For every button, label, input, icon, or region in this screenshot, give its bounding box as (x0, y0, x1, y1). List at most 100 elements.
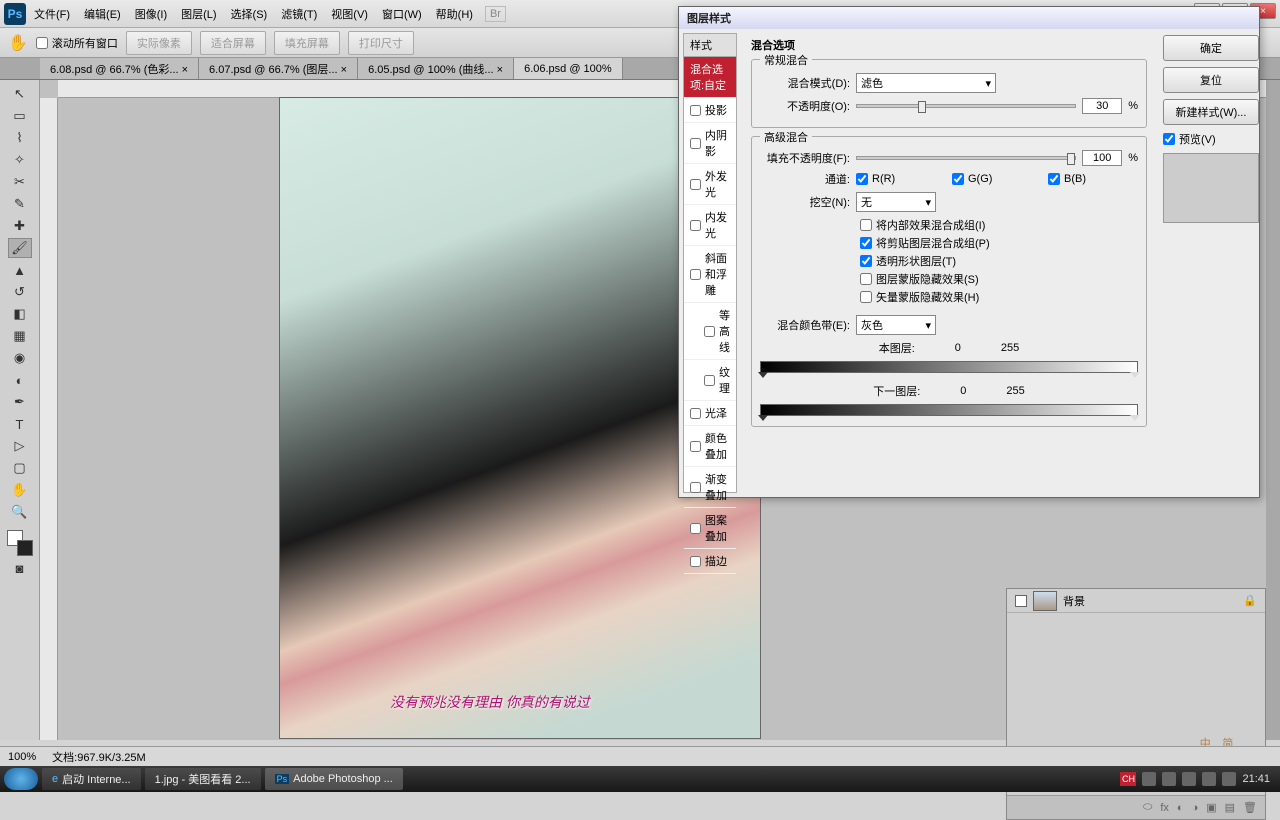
tray-icon[interactable] (1202, 772, 1216, 786)
style-item[interactable]: 颜色叠加 (684, 426, 736, 467)
adjust-icon[interactable]: ◑ (1192, 802, 1199, 814)
adv-checkbox[interactable]: 将内部效果混合成组(I) (860, 217, 985, 233)
style-item[interactable]: 内发光 (684, 205, 736, 246)
opacity-input[interactable] (1082, 98, 1122, 114)
menu-filter[interactable]: 滤镜(T) (281, 6, 317, 22)
tray-icon[interactable] (1182, 772, 1196, 786)
lasso-tool[interactable]: ⌇ (8, 128, 32, 148)
knockout-select[interactable]: 无▾ (856, 192, 936, 212)
style-checkbox[interactable] (690, 269, 701, 280)
style-checkbox[interactable] (690, 105, 701, 116)
blur-tool[interactable]: ◉ (8, 348, 32, 368)
tray-icon[interactable] (1162, 772, 1176, 786)
adv-checkbox[interactable]: 图层蒙版隐藏效果(S) (860, 271, 979, 287)
style-checkbox[interactable] (690, 138, 701, 149)
stamp-tool[interactable]: ▲ (8, 260, 32, 280)
layer-row[interactable]: 背景 🔒 (1007, 589, 1265, 613)
doc-tab[interactable]: 6.06.psd @ 100% (514, 58, 623, 79)
pen-tool[interactable]: ✒ (8, 392, 32, 412)
gradient-tool[interactable]: ▦ (8, 326, 32, 346)
bridge-button[interactable]: Br (485, 6, 506, 22)
ok-button[interactable]: 确定 (1163, 35, 1259, 61)
dodge-tool[interactable]: ◐ (8, 370, 32, 390)
channel-r-checkbox[interactable]: R(R) (856, 173, 946, 185)
actual-pixels-button[interactable]: 实际像素 (126, 31, 192, 55)
print-size-button[interactable]: 打印尺寸 (348, 31, 414, 55)
menu-edit[interactable]: 编辑(E) (84, 6, 121, 22)
style-item[interactable]: 描边 (684, 549, 736, 574)
style-item[interactable]: 斜面和浮雕 (684, 246, 736, 303)
fill-screen-button[interactable]: 填充屏幕 (274, 31, 340, 55)
style-item[interactable]: 投影 (684, 98, 736, 123)
style-checkbox[interactable] (690, 482, 701, 493)
style-item[interactable]: 等高线 (684, 303, 736, 360)
zoom-level[interactable]: 100% (8, 751, 36, 763)
menu-window[interactable]: 窗口(W) (382, 6, 422, 22)
trash-icon[interactable]: 🗑 (1243, 801, 1257, 814)
taskbar-item[interactable]: 1.jpg - 美图看看 2... (145, 768, 261, 790)
eyedropper-tool[interactable]: ✎ (8, 194, 32, 214)
style-item[interactable]: 渐变叠加 (684, 467, 736, 508)
marquee-tool[interactable]: ▭ (8, 106, 32, 126)
fit-screen-button[interactable]: 适合屏幕 (200, 31, 266, 55)
cancel-button[interactable]: 复位 (1163, 67, 1259, 93)
style-checkbox[interactable] (704, 375, 715, 386)
style-item[interactable]: 图案叠加 (684, 508, 736, 549)
history-brush-tool[interactable]: ↺ (8, 282, 32, 302)
adv-checkbox[interactable]: 透明形状图层(T) (860, 253, 956, 269)
ime-indicator[interactable]: CH (1120, 772, 1136, 786)
hand-tool[interactable]: ✋ (8, 480, 32, 500)
style-item[interactable]: 光泽 (684, 401, 736, 426)
taskbar-item[interactable]: e启动 Interne... (42, 768, 141, 790)
menu-file[interactable]: 文件(F) (34, 6, 70, 22)
under-layer-gradient[interactable] (760, 404, 1138, 416)
preview-checkbox[interactable]: 预览(V) (1163, 131, 1259, 147)
move-tool[interactable]: ↖ (8, 84, 32, 104)
menu-layer[interactable]: 图层(L) (181, 6, 216, 22)
tray-icon[interactable] (1142, 772, 1156, 786)
blendif-select[interactable]: 灰色▾ (856, 315, 936, 335)
doc-tab[interactable]: 6.08.psd @ 66.7% (色彩... × (40, 58, 199, 79)
folder-icon[interactable]: ▣ (1206, 801, 1216, 814)
menu-select[interactable]: 选择(S) (231, 6, 268, 22)
style-checkbox[interactable] (690, 179, 701, 190)
blend-mode-select[interactable]: 滤色▾ (856, 73, 996, 93)
menu-image[interactable]: 图像(I) (135, 6, 167, 22)
wand-tool[interactable]: ✧ (8, 150, 32, 170)
style-checkbox[interactable] (690, 441, 701, 452)
mask-icon[interactable]: ◐ (1177, 802, 1184, 814)
new-style-button[interactable]: 新建样式(W)... (1163, 99, 1259, 125)
zoom-tool[interactable]: 🔍 (8, 502, 32, 522)
doc-tab[interactable]: 6.07.psd @ 66.7% (图层... × (199, 58, 358, 79)
channel-b-checkbox[interactable]: B(B) (1048, 173, 1138, 185)
path-tool[interactable]: ▷ (8, 436, 32, 456)
brush-tool[interactable]: 🖌 (8, 238, 32, 258)
this-layer-gradient[interactable] (760, 361, 1138, 373)
style-checkbox[interactable] (690, 523, 701, 534)
fill-slider[interactable] (856, 156, 1076, 160)
visibility-icon[interactable] (1015, 595, 1027, 607)
taskbar-item[interactable]: PsAdobe Photoshop ... (265, 768, 403, 790)
tray-icon[interactable] (1222, 772, 1236, 786)
style-item[interactable]: 混合选项:自定 (684, 57, 736, 98)
quickmask-tool[interactable]: ◙ (8, 558, 32, 578)
fill-input[interactable] (1082, 150, 1122, 166)
adv-checkbox[interactable]: 矢量蒙版隐藏效果(H) (860, 289, 979, 305)
style-item[interactable]: 纹理 (684, 360, 736, 401)
style-checkbox[interactable] (690, 220, 701, 231)
style-item[interactable]: 外发光 (684, 164, 736, 205)
style-item[interactable]: 内阴影 (684, 123, 736, 164)
menu-view[interactable]: 视图(V) (331, 6, 368, 22)
color-swatches[interactable] (7, 530, 33, 556)
opacity-slider[interactable] (856, 104, 1076, 108)
style-checkbox[interactable] (690, 408, 701, 419)
scroll-all-checkbox[interactable]: 滚动所有窗口 (36, 35, 118, 51)
shape-tool[interactable]: ▢ (8, 458, 32, 478)
start-button[interactable] (4, 768, 38, 790)
new-icon[interactable]: ▤ (1225, 801, 1235, 814)
channel-g-checkbox[interactable]: G(G) (952, 173, 1042, 185)
adv-checkbox[interactable]: 将剪贴图层混合成组(P) (860, 235, 990, 251)
style-checkbox[interactable] (704, 326, 715, 337)
fx-icon[interactable]: fx (1160, 802, 1169, 814)
doc-tab[interactable]: 6.05.psd @ 100% (曲线... × (358, 58, 514, 79)
